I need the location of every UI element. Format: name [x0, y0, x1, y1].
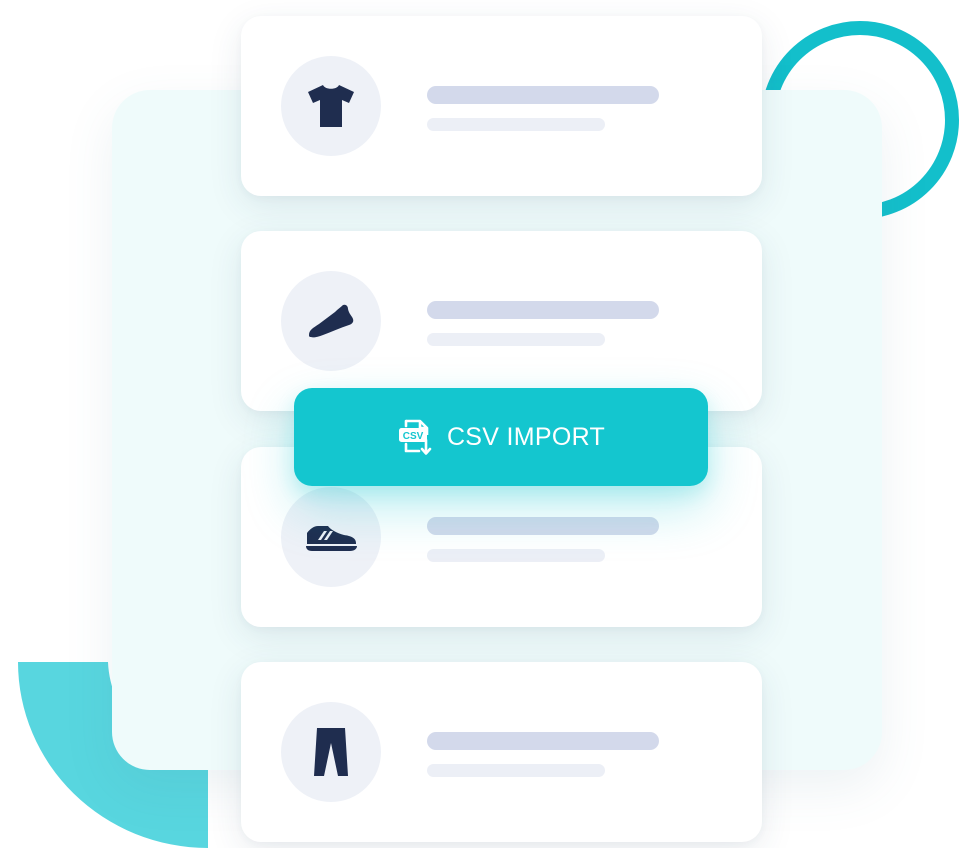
product-card-pants[interactable] [241, 662, 762, 842]
product-title-placeholder [427, 301, 659, 319]
illustration-stage: CSV CSV IMPORT [0, 0, 968, 848]
csv-import-label: CSV IMPORT [446, 422, 606, 451]
csv-import-button[interactable]: CSV CSV IMPORT [294, 388, 708, 486]
product-subtitle-placeholder [427, 333, 605, 346]
product-card-shoe[interactable] [241, 231, 762, 411]
shoe-icon [309, 304, 354, 338]
product-icon-circle [281, 702, 381, 802]
product-icon-circle [281, 487, 381, 587]
tshirt-icon [308, 85, 354, 127]
product-title-placeholder [427, 86, 659, 104]
product-subtitle-placeholder [427, 549, 605, 562]
product-card-tshirt[interactable] [241, 16, 762, 196]
csv-file-icon: CSV [398, 419, 432, 455]
pants-icon [314, 728, 348, 776]
product-subtitle-placeholder [427, 118, 605, 131]
product-title-placeholder [427, 517, 659, 535]
product-icon-circle [281, 271, 381, 371]
product-icon-circle [281, 56, 381, 156]
sneaker-icon [306, 526, 357, 551]
product-subtitle-placeholder [427, 764, 605, 777]
product-title-placeholder [427, 732, 659, 750]
svg-text:CSV: CSV [403, 431, 424, 442]
